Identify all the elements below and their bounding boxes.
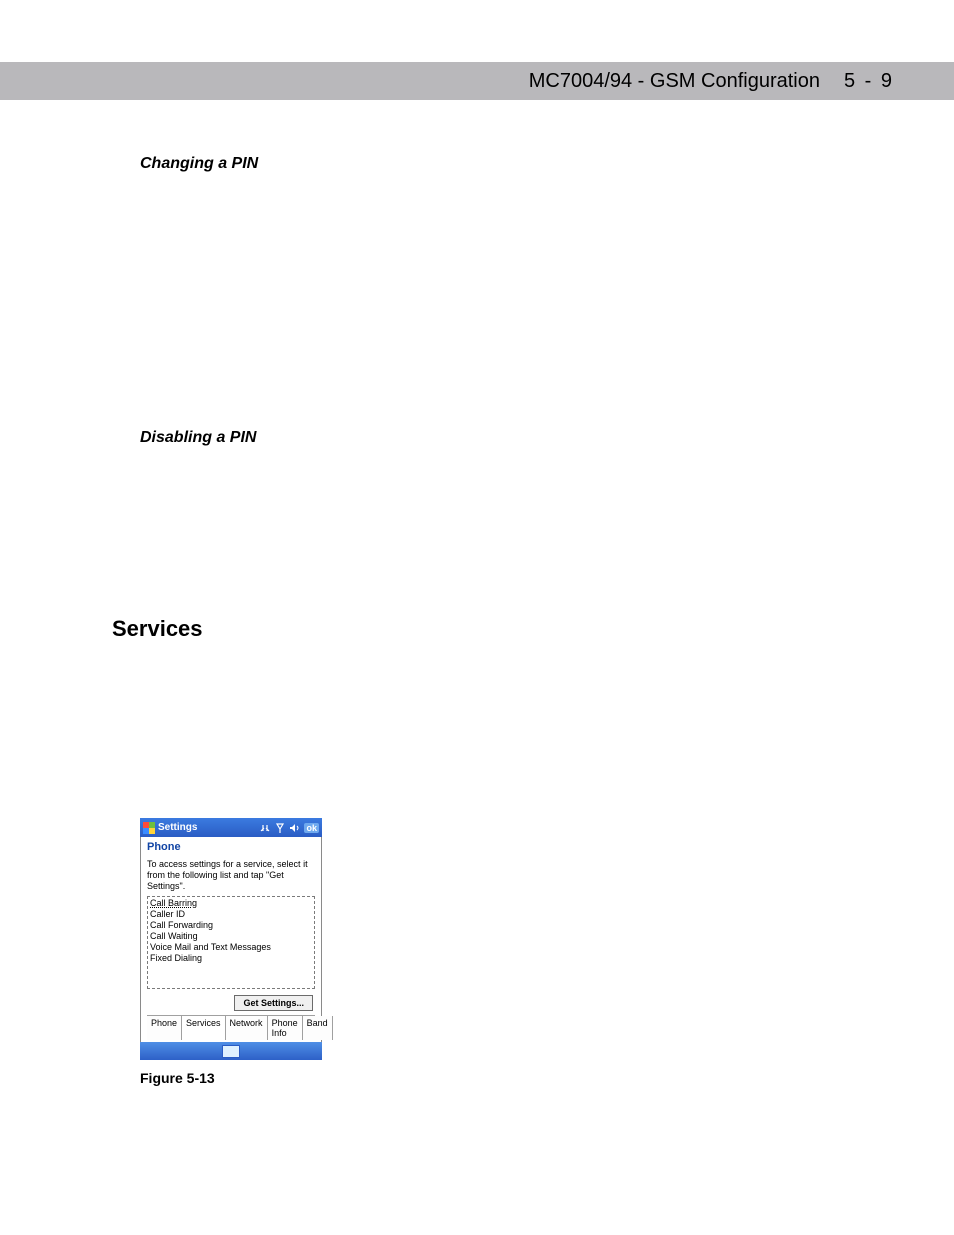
screenshot-titlebar: Settings ok bbox=[140, 818, 322, 837]
list-item[interactable]: Call Forwarding bbox=[150, 920, 312, 931]
subheading-changing-pin: Changing a PIN bbox=[140, 155, 860, 173]
speaker-icon[interactable] bbox=[289, 822, 301, 834]
list-item[interactable]: Call Waiting bbox=[150, 931, 312, 942]
get-settings-button[interactable]: Get Settings... bbox=[234, 995, 313, 1011]
subheading-disabling-pin: Disabling a PIN bbox=[140, 429, 860, 447]
figure-caption: Figure 5-13 bbox=[140, 1070, 322, 1086]
keyboard-icon[interactable] bbox=[222, 1045, 240, 1058]
tabs: Phone Services Network Phone Info Band bbox=[147, 1015, 315, 1040]
services-listbox[interactable]: Call Barring Caller ID Call Forwarding C… bbox=[147, 896, 315, 989]
titlebar-app-name: Settings bbox=[158, 822, 197, 833]
list-item[interactable]: Call Barring bbox=[150, 898, 312, 909]
header-page-number: 5 - 9 bbox=[844, 70, 894, 93]
list-item[interactable]: Voice Mail and Text Messages bbox=[150, 942, 312, 953]
heading-services: Services bbox=[112, 616, 203, 642]
signal-icon[interactable] bbox=[274, 822, 286, 834]
header-chapter-title: MC7004/94 - GSM Configuration bbox=[529, 70, 820, 93]
softkey-bar bbox=[140, 1042, 322, 1060]
tab-network[interactable]: Network bbox=[226, 1016, 268, 1040]
instruction-text: To access settings for a service, select… bbox=[147, 859, 315, 892]
list-item[interactable]: Fixed Dialing bbox=[150, 953, 312, 964]
tab-phone[interactable]: Phone bbox=[147, 1016, 182, 1040]
device-screenshot: Settings ok Phone To access settings for… bbox=[140, 818, 322, 1060]
ok-button[interactable]: ok bbox=[304, 823, 319, 833]
pane-title: Phone bbox=[147, 841, 315, 853]
tab-phone-info[interactable]: Phone Info bbox=[268, 1016, 303, 1040]
start-icon[interactable] bbox=[143, 822, 155, 834]
tab-band[interactable]: Band bbox=[303, 1016, 333, 1040]
list-item[interactable]: Caller ID bbox=[150, 909, 312, 920]
connectivity-icon[interactable] bbox=[259, 822, 271, 834]
tab-services[interactable]: Services bbox=[182, 1016, 226, 1040]
page-header: MC7004/94 - GSM Configuration 5 - 9 bbox=[0, 62, 954, 100]
